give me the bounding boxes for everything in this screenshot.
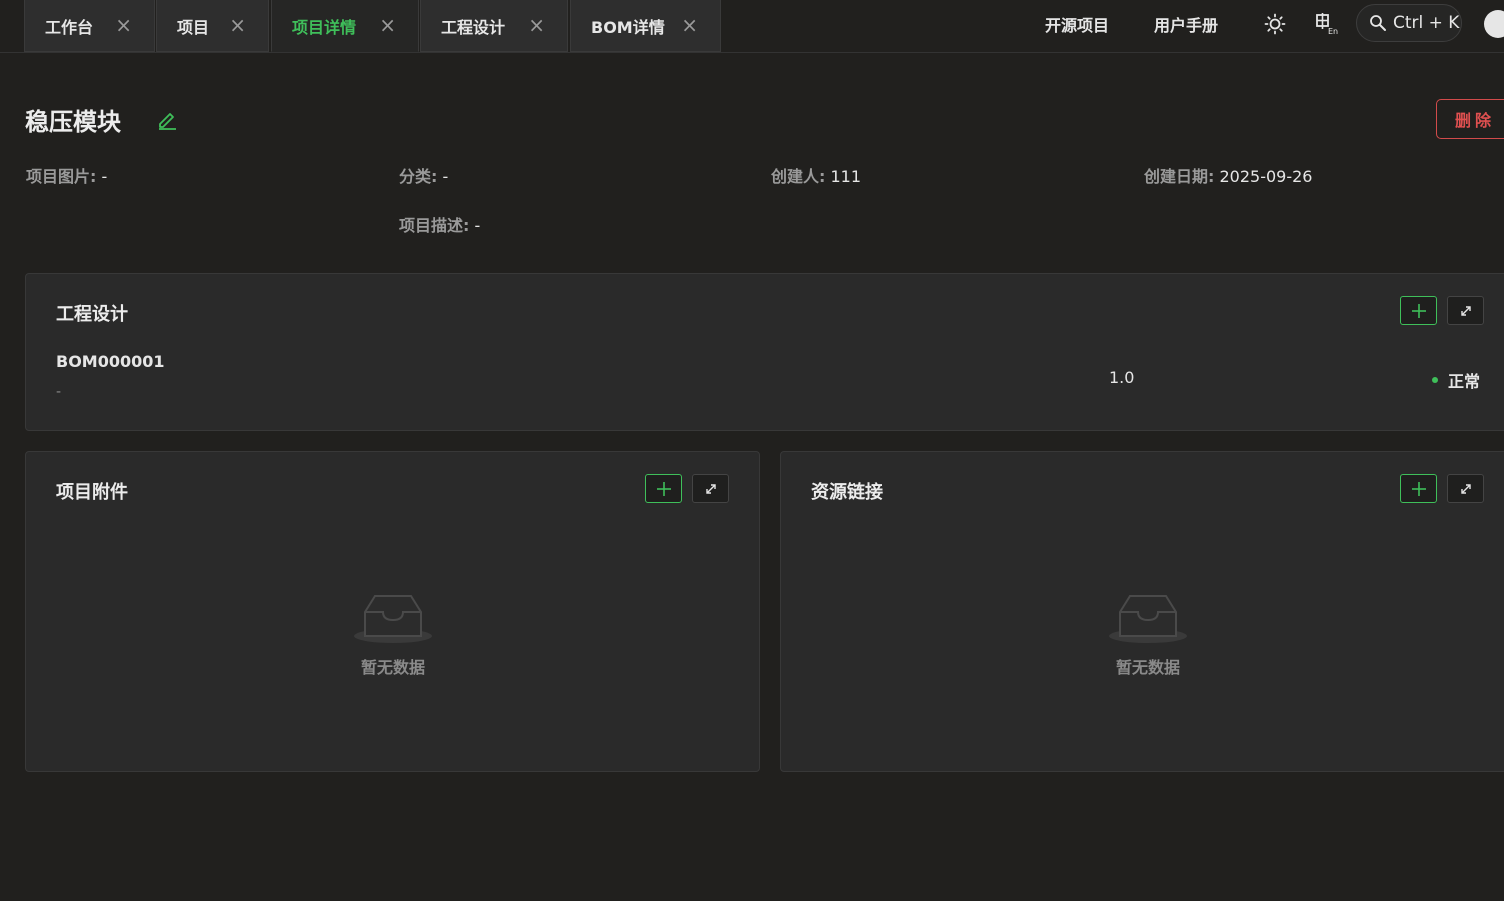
- meta-creator: 创建人: 111: [771, 167, 862, 186]
- meta-category: 分类: -: [399, 167, 449, 186]
- bom-version: 1.0: [1109, 368, 1135, 387]
- empty-text: 暂无数据: [360, 658, 425, 677]
- expand-button[interactable]: [1447, 474, 1484, 503]
- close-icon[interactable]: ×: [379, 13, 396, 37]
- bom-code: BOM000001: [56, 352, 165, 371]
- status-dot: [1432, 377, 1438, 383]
- search-icon: [1370, 15, 1386, 31]
- search-shortcut: Ctrl + K: [1393, 13, 1460, 33]
- add-button[interactable]: [645, 474, 682, 503]
- sun-icon[interactable]: [1262, 11, 1288, 37]
- add-button[interactable]: [1400, 474, 1437, 503]
- list-item[interactable]: BOM000001 - 1.0 正常: [56, 352, 1496, 408]
- empty-inbox-icon: [1109, 595, 1187, 643]
- edit-icon[interactable]: [155, 107, 179, 135]
- open-source-link[interactable]: 开源项目: [1045, 12, 1109, 36]
- close-icon[interactable]: ×: [681, 13, 698, 37]
- tab-workbench[interactable]: 工作台 ×: [24, 0, 155, 52]
- top-bar: 工作台 × 项目 × 项目详情 × 工程设计 × BOM详情 × 开源项目 用户…: [0, 0, 1504, 53]
- meta-created-date: 创建日期: 2025-09-26: [1144, 167, 1313, 186]
- close-icon[interactable]: ×: [528, 13, 545, 37]
- card-title: 项目附件: [56, 482, 128, 503]
- card-title: 工程设计: [56, 304, 128, 325]
- tab-engineering-design[interactable]: 工程设计 ×: [420, 0, 568, 52]
- expand-icon: [1460, 483, 1471, 494]
- tab-label: 项目: [177, 17, 210, 37]
- close-icon[interactable]: ×: [115, 13, 132, 37]
- resource-links-card: 资源链接 暂无数据: [780, 451, 1504, 772]
- expand-icon: [705, 483, 716, 494]
- tab-label: 项目详情: [292, 17, 357, 37]
- empty-text: 暂无数据: [1115, 658, 1180, 677]
- user-manual-link[interactable]: 用户手册: [1154, 12, 1218, 36]
- delete-button[interactable]: 删除: [1436, 99, 1504, 139]
- avatar-icon[interactable]: [1484, 10, 1504, 38]
- empty-state: 暂无数据: [1098, 592, 1198, 678]
- tab-project-detail[interactable]: 项目详情 ×: [271, 0, 419, 52]
- tab-label: 工程设计: [441, 17, 506, 37]
- expand-icon: [1460, 305, 1471, 316]
- meta-description: 项目描述: -: [399, 216, 481, 235]
- plus-icon: [656, 481, 671, 496]
- language-icon[interactable]: En: [1313, 11, 1339, 37]
- page-title: 稳压模块: [25, 108, 121, 136]
- engineering-design-card: 工程设计 BOM000001 - 1.0 正常: [25, 273, 1504, 431]
- bom-subtitle: -: [56, 384, 62, 400]
- expand-button[interactable]: [1447, 296, 1484, 325]
- svg-text:En: En: [1328, 27, 1338, 36]
- status-label: 正常: [1448, 372, 1481, 391]
- meta-project-image: 项目图片: -: [26, 167, 108, 186]
- status-badge: 正常: [1432, 368, 1480, 392]
- empty-state: 暂无数据: [343, 592, 443, 678]
- card-title: 资源链接: [811, 482, 883, 503]
- expand-button[interactable]: [692, 474, 729, 503]
- plus-icon: [1411, 481, 1426, 496]
- tab-label: BOM详情: [591, 17, 665, 37]
- attachments-card: 项目附件 暂无数据: [25, 451, 760, 772]
- add-button[interactable]: [1400, 296, 1437, 325]
- tab-project[interactable]: 项目 ×: [156, 0, 269, 52]
- tab-bom-detail[interactable]: BOM详情 ×: [570, 0, 721, 52]
- tab-label: 工作台: [45, 17, 94, 37]
- close-icon[interactable]: ×: [229, 13, 246, 37]
- plus-icon: [1411, 303, 1426, 318]
- empty-inbox-icon: [354, 595, 432, 643]
- search-box[interactable]: Ctrl + K: [1356, 4, 1462, 42]
